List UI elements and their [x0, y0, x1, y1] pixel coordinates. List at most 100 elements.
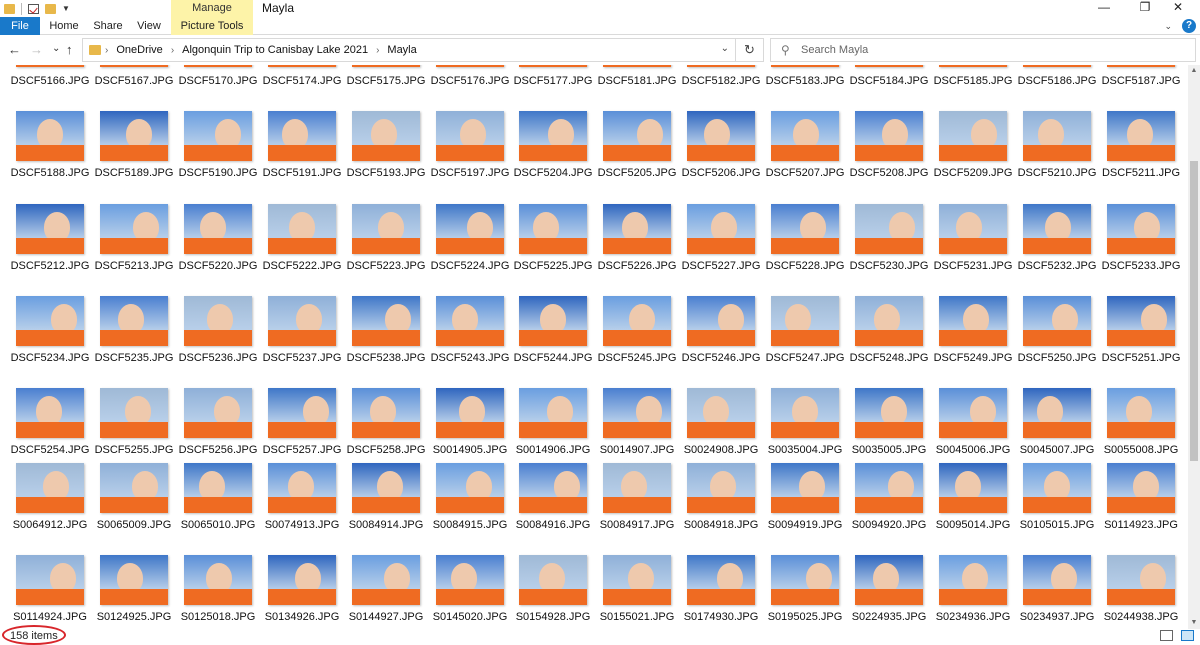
scroll-down-icon[interactable]: ▼ [1188, 617, 1200, 629]
breadcrumb: › OneDrive › Algonquin Trip to Canisbay … [105, 39, 417, 61]
image-thumbnail[interactable] [1023, 555, 1091, 605]
highlight-annotation [2, 625, 66, 645]
file-item[interactable]: S0134926.JPG [260, 65, 344, 629]
vertical-scrollbar[interactable]: ▲ ▼ [1188, 65, 1200, 629]
folder-icon [89, 45, 101, 55]
search-icon: ⚲ [781, 43, 790, 57]
photo-lifejacket [855, 589, 923, 605]
minimize-button[interactable]: — [1082, 0, 1126, 17]
tab-share[interactable]: Share [88, 17, 128, 35]
quick-access-toolbar: ▼ [4, 1, 70, 16]
breadcrumb-separator-icon[interactable]: › [105, 45, 108, 56]
file-name: S0134926.JPG [264, 611, 340, 623]
photo-lifejacket [352, 589, 420, 605]
scroll-up-icon[interactable]: ▲ [1188, 65, 1200, 77]
file-item[interactable]: S0234936.JPG [931, 65, 1015, 629]
address-bar[interactable]: › OneDrive › Algonquin Trip to Canisbay … [82, 38, 764, 62]
refresh-button[interactable]: ↻ [735, 39, 763, 61]
file-name: S0155021.JPG [599, 611, 675, 623]
tab-picture-tools[interactable]: Picture Tools [171, 17, 253, 35]
file-item[interactable]: S0174930.JPG [679, 65, 763, 629]
help-icon[interactable]: ? [1182, 19, 1196, 33]
forward-button[interactable]: → [30, 42, 43, 58]
image-thumbnail[interactable] [184, 555, 252, 605]
file-item[interactable]: S0124925.JPG [92, 65, 176, 629]
window-title: Mayla [262, 1, 295, 15]
view-switcher [1160, 630, 1194, 641]
photo-lifejacket [16, 589, 84, 605]
tab-view[interactable]: View [130, 17, 168, 35]
breadcrumb-onedrive[interactable]: OneDrive [116, 44, 162, 56]
breadcrumb-separator-icon[interactable]: › [376, 45, 379, 56]
image-thumbnail[interactable] [436, 555, 504, 605]
breadcrumb-algonquin-trip[interactable]: Algonquin Trip to Canisbay Lake 2021 [182, 44, 368, 56]
recent-locations-button[interactable]: ⌄ [52, 41, 60, 57]
ribbon-tabs: File Home Share View Picture Tools ⌄ ? [0, 17, 1200, 35]
photo-lifejacket [771, 589, 839, 605]
properties-checkbox-icon[interactable] [28, 3, 39, 14]
image-thumbnail[interactable] [771, 555, 839, 605]
image-thumbnail[interactable] [519, 555, 587, 605]
toolbar-divider [21, 2, 22, 15]
file-name: S0145020.JPG [432, 611, 508, 623]
file-name: S0195025.JPG [767, 611, 843, 623]
image-thumbnail[interactable] [352, 555, 420, 605]
search-box: ⚲ [770, 38, 1196, 62]
back-button[interactable]: ← [8, 42, 21, 58]
photo-lifejacket [184, 589, 252, 605]
file-name: S0234936.JPG [935, 611, 1011, 623]
file-name: S0144927.JPG [348, 611, 424, 623]
file-item[interactable]: S0234937.JPG [1015, 65, 1099, 629]
image-thumbnail[interactable] [855, 555, 923, 605]
file-item[interactable]: S0244938.JPG [1099, 65, 1183, 629]
file-item[interactable]: S0144927.JPG [344, 65, 428, 629]
ribbon-controls: ⌄ ? [1164, 18, 1196, 34]
breadcrumb-separator-icon[interactable]: › [171, 45, 174, 56]
file-item[interactable]: S0195025.JPG [763, 65, 847, 629]
scrollbar-thumb[interactable] [1190, 161, 1198, 461]
photo-lifejacket [939, 589, 1007, 605]
file-item[interactable]: S0155021.JPG [595, 65, 679, 629]
image-thumbnail[interactable] [100, 555, 168, 605]
new-folder-icon[interactable] [45, 3, 56, 14]
file-name: S0244938.JPG [1103, 611, 1179, 623]
file-name: S0234937.JPG [1019, 611, 1095, 623]
customize-toolbar-dropdown-icon[interactable]: ▼ [62, 4, 70, 13]
image-thumbnail[interactable] [603, 555, 671, 605]
title-bar: ▼ Manage Mayla — ❐ ✕ [0, 0, 1200, 17]
close-button[interactable]: ✕ [1156, 0, 1200, 17]
photo-lifejacket [519, 589, 587, 605]
image-thumbnail[interactable] [16, 555, 84, 605]
large-icons-view-icon[interactable] [1181, 630, 1194, 641]
photo-lifejacket [436, 589, 504, 605]
file-name: S0154928.JPG [515, 611, 591, 623]
navigation-bar: ← → ⌄ ↑ › OneDrive › Algonquin Trip to C… [0, 35, 1200, 65]
image-thumbnail[interactable] [268, 555, 336, 605]
image-thumbnail[interactable] [1107, 555, 1175, 605]
photo-lifejacket [268, 589, 336, 605]
photo-lifejacket [1107, 589, 1175, 605]
tab-file[interactable]: File [0, 17, 40, 35]
file-name: S0124925.JPG [96, 611, 172, 623]
file-item[interactable]: S0224935.JPG [847, 65, 931, 629]
image-thumbnail[interactable] [687, 555, 755, 605]
status-bar: 158 items [0, 625, 1200, 645]
up-button[interactable]: ↑ [66, 42, 73, 58]
file-item[interactable]: S0125018.JPG [176, 65, 260, 629]
breadcrumb-mayla[interactable]: Mayla [387, 44, 416, 56]
file-name: S0224935.JPG [851, 611, 927, 623]
file-grid: DSCF5166.JPG DSCF5167.JPG DSCF5170.JPG DSCF… [0, 65, 1188, 629]
chevron-down-icon[interactable]: ⌄ [1164, 21, 1172, 32]
folder-icon [4, 3, 15, 14]
tab-home[interactable]: Home [44, 17, 84, 35]
file-name: S0114924.JPG [13, 611, 87, 623]
address-history-dropdown[interactable]: ⌄ [721, 43, 729, 54]
search-input[interactable] [801, 41, 1181, 59]
image-thumbnail[interactable] [939, 555, 1007, 605]
details-view-icon[interactable] [1160, 630, 1173, 641]
file-item[interactable]: S0154928.JPG [511, 65, 595, 629]
file-item[interactable]: S0145020.JPG [428, 65, 512, 629]
file-item[interactable]: S0114924.JPG [8, 65, 92, 629]
tab-manage[interactable]: Manage [171, 0, 253, 17]
file-name: S0174930.JPG [683, 611, 759, 623]
